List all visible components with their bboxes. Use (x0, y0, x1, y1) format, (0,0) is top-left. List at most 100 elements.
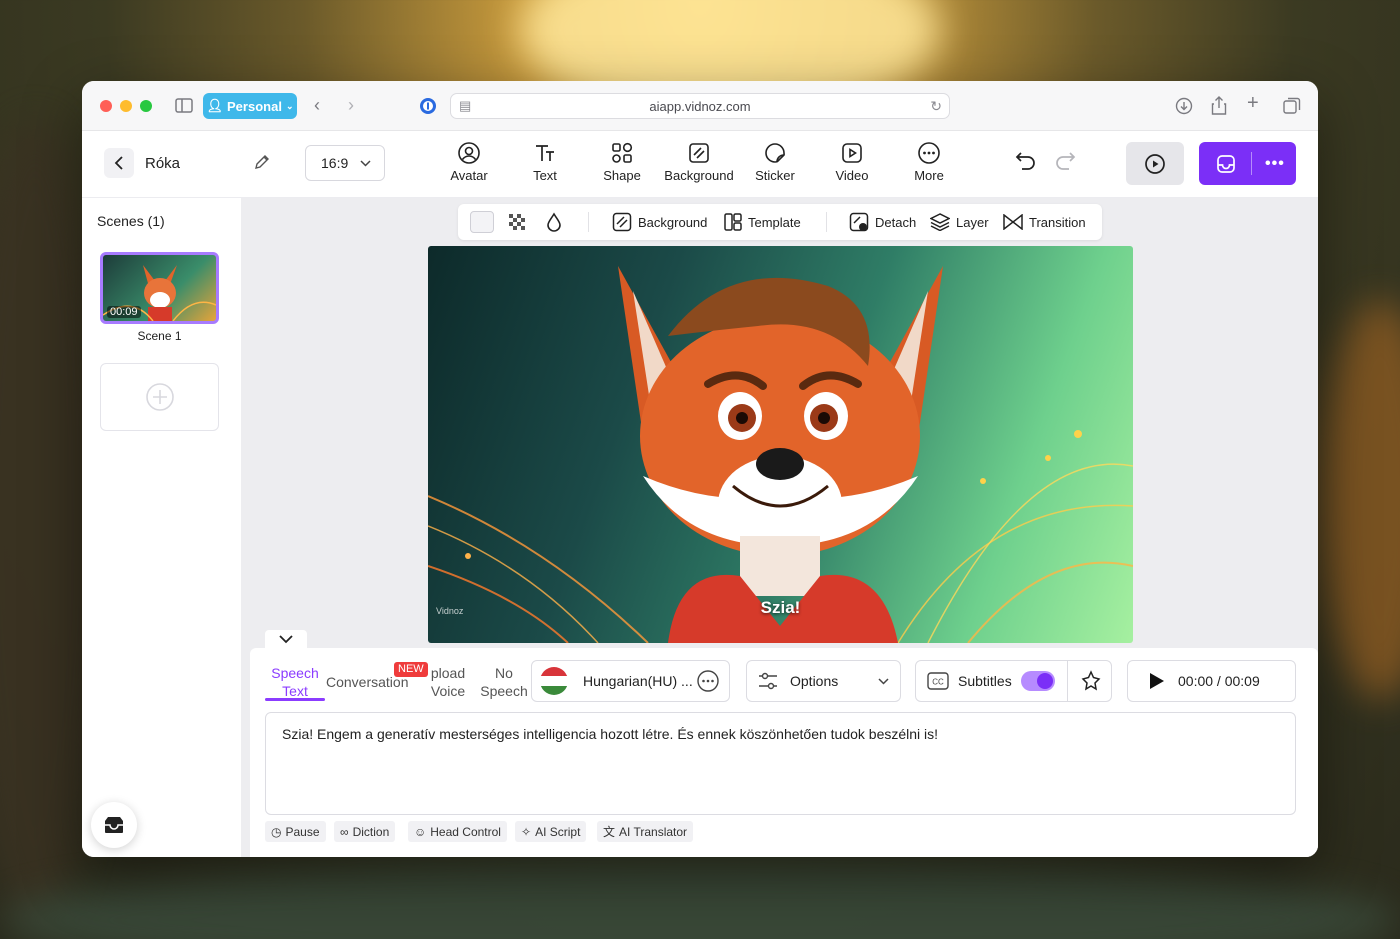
video-icon (842, 143, 862, 163)
canvas-background-button[interactable]: Background (612, 204, 707, 240)
password-manager-icon[interactable] (419, 97, 437, 119)
avatar-tool[interactable]: Avatar (449, 141, 489, 183)
maximize-window-button[interactable] (140, 100, 152, 112)
back-button[interactable] (104, 148, 134, 178)
rename-pencil-icon[interactable] (253, 153, 271, 176)
url-bar[interactable]: ▤ aiapp.vidnoz.com ↻ (450, 93, 950, 119)
detach-button[interactable]: Detach (849, 204, 916, 240)
tab-no-speech-line1: No (495, 665, 513, 681)
canvas-background-label: Background (638, 214, 708, 230)
shape-icon (612, 142, 633, 163)
chevron-down-icon: ⌄ (285, 100, 294, 111)
ai-translator-chip[interactable]: 文 AI Translator (597, 821, 694, 842)
background-tool[interactable]: Background (662, 141, 736, 183)
transition-icon (1003, 214, 1023, 230)
collapse-panel-button[interactable] (265, 630, 307, 648)
minimize-window-button[interactable] (120, 100, 132, 112)
video-canvas[interactable]: Szia! Vidnoz (428, 246, 1133, 643)
chevron-left-icon (114, 156, 123, 170)
inbox-fab[interactable] (91, 802, 137, 848)
undo-icon[interactable] (1015, 151, 1037, 176)
tab-upload-voice[interactable]: pload Voice (428, 664, 468, 700)
project-name[interactable]: Róka (145, 155, 180, 172)
pause-chip[interactable]: ◷ Pause (265, 821, 326, 842)
plus-circle-icon (145, 383, 174, 411)
pin-style-icon[interactable] (1080, 670, 1102, 692)
face-icon: ☺ (414, 824, 427, 839)
more-tool[interactable]: More (911, 141, 947, 183)
preview-button[interactable] (1126, 142, 1184, 185)
diction-chip[interactable]: ∞ Diction (334, 821, 396, 842)
browser-window: 👤︎ Personal ⌄ ‹ › ▤ aiapp.vidnoz.com ↻ +… (82, 81, 1318, 857)
add-scene-button[interactable] (100, 363, 219, 431)
generate-icon[interactable] (1216, 154, 1236, 179)
browser-chrome: 👤︎ Personal ⌄ ‹ › ▤ aiapp.vidnoz.com ↻ + (82, 81, 1318, 131)
svg-text:CC: CC (932, 678, 944, 687)
divider (1251, 152, 1252, 175)
head-control-chip-label: Head Control (430, 824, 501, 839)
pause-chip-label: Pause (285, 824, 320, 839)
checkerboard-icon (509, 214, 525, 230)
shape-tool-label: Shape (603, 168, 641, 183)
opacity-button[interactable] (546, 204, 562, 240)
transparency-button[interactable] (508, 204, 526, 240)
scene-thumbnail[interactable]: 00:09 (100, 252, 219, 324)
playback-time: 00:00 / 00:09 (1178, 673, 1260, 689)
sticker-tool[interactable]: Sticker (754, 141, 796, 183)
background-tool-label: Background (664, 168, 734, 183)
canvas-toolbar: Background Template Detach Layer Transit… (458, 204, 1102, 240)
video-tool-label: Video (835, 168, 869, 183)
generate-button-group: ••• (1199, 142, 1296, 185)
person-icon: 👤︎ (206, 98, 224, 113)
tab-speech-text[interactable]: Speech Text (270, 664, 320, 700)
forward-icon[interactable]: › (348, 96, 354, 114)
white-swatch-icon (470, 211, 494, 233)
aspect-ratio-value: 16:9 (321, 155, 349, 171)
shape-tool[interactable]: Shape (602, 141, 642, 183)
profile-button[interactable]: 👤︎ Personal ⌄ (203, 93, 297, 119)
avatar-icon (458, 142, 480, 164)
template-label: Template (748, 214, 801, 230)
new-tab-icon[interactable]: + (1247, 93, 1259, 113)
more-options-icon[interactable]: ••• (1265, 155, 1285, 173)
language-voice-select[interactable]: Hungarian(HU) ... (531, 660, 730, 702)
playback-control[interactable]: 00:00 / 00:09 (1127, 660, 1296, 702)
text-tool[interactable]: Text (528, 141, 562, 183)
ai-script-chip[interactable]: ✧ AI Script (515, 821, 587, 842)
more-options-icon[interactable] (697, 670, 719, 692)
reload-icon[interactable]: ↻ (930, 98, 942, 115)
tab-overview-icon[interactable] (1283, 97, 1301, 119)
layer-button[interactable]: Layer (930, 204, 989, 240)
aspect-ratio-select[interactable]: 16:9 (305, 145, 385, 181)
editor-toolbar: Róka 16:9 Avatar Text Shape Background S… (82, 131, 1318, 198)
download-icon[interactable] (1175, 97, 1193, 119)
options-select[interactable]: Options (746, 660, 901, 702)
video-tool[interactable]: Video (834, 141, 870, 183)
close-window-button[interactable] (100, 100, 112, 112)
scene-duration: 00:09 (107, 306, 141, 318)
head-control-chip[interactable]: ☺ Head Control (408, 821, 507, 842)
page-settings-icon[interactable]: ▤ (459, 98, 471, 114)
redo-icon[interactable] (1054, 151, 1076, 176)
diction-chip-label: Diction (352, 824, 390, 839)
chevron-down-icon (878, 677, 889, 685)
profile-label: Personal (227, 98, 282, 114)
script-text-area[interactable]: Szia! Engem a generatív mesterséges inte… (265, 712, 1296, 815)
separator (826, 212, 827, 232)
sidebar-toggle-icon[interactable] (175, 98, 193, 117)
fox-avatar-image (428, 266, 1133, 643)
translate-icon: 文 (603, 825, 616, 839)
video-subtitle: Szia! (760, 598, 801, 617)
tab-no-speech[interactable]: No Speech (480, 664, 528, 700)
back-icon[interactable]: ‹ (314, 96, 320, 114)
play-icon (1150, 673, 1164, 689)
subtitles-toggle[interactable] (1020, 671, 1055, 691)
transition-button[interactable]: Transition (1003, 204, 1086, 240)
template-button[interactable]: Template (724, 204, 801, 240)
closed-captions-icon: CC (927, 672, 949, 690)
share-icon[interactable] (1211, 96, 1227, 119)
scenes-panel: Scenes (1) 00:09 Scene 1 (82, 198, 241, 857)
sticker-icon (765, 143, 785, 163)
color-swatch[interactable] (470, 204, 494, 240)
scene-label: Scene 1 (137, 329, 182, 343)
